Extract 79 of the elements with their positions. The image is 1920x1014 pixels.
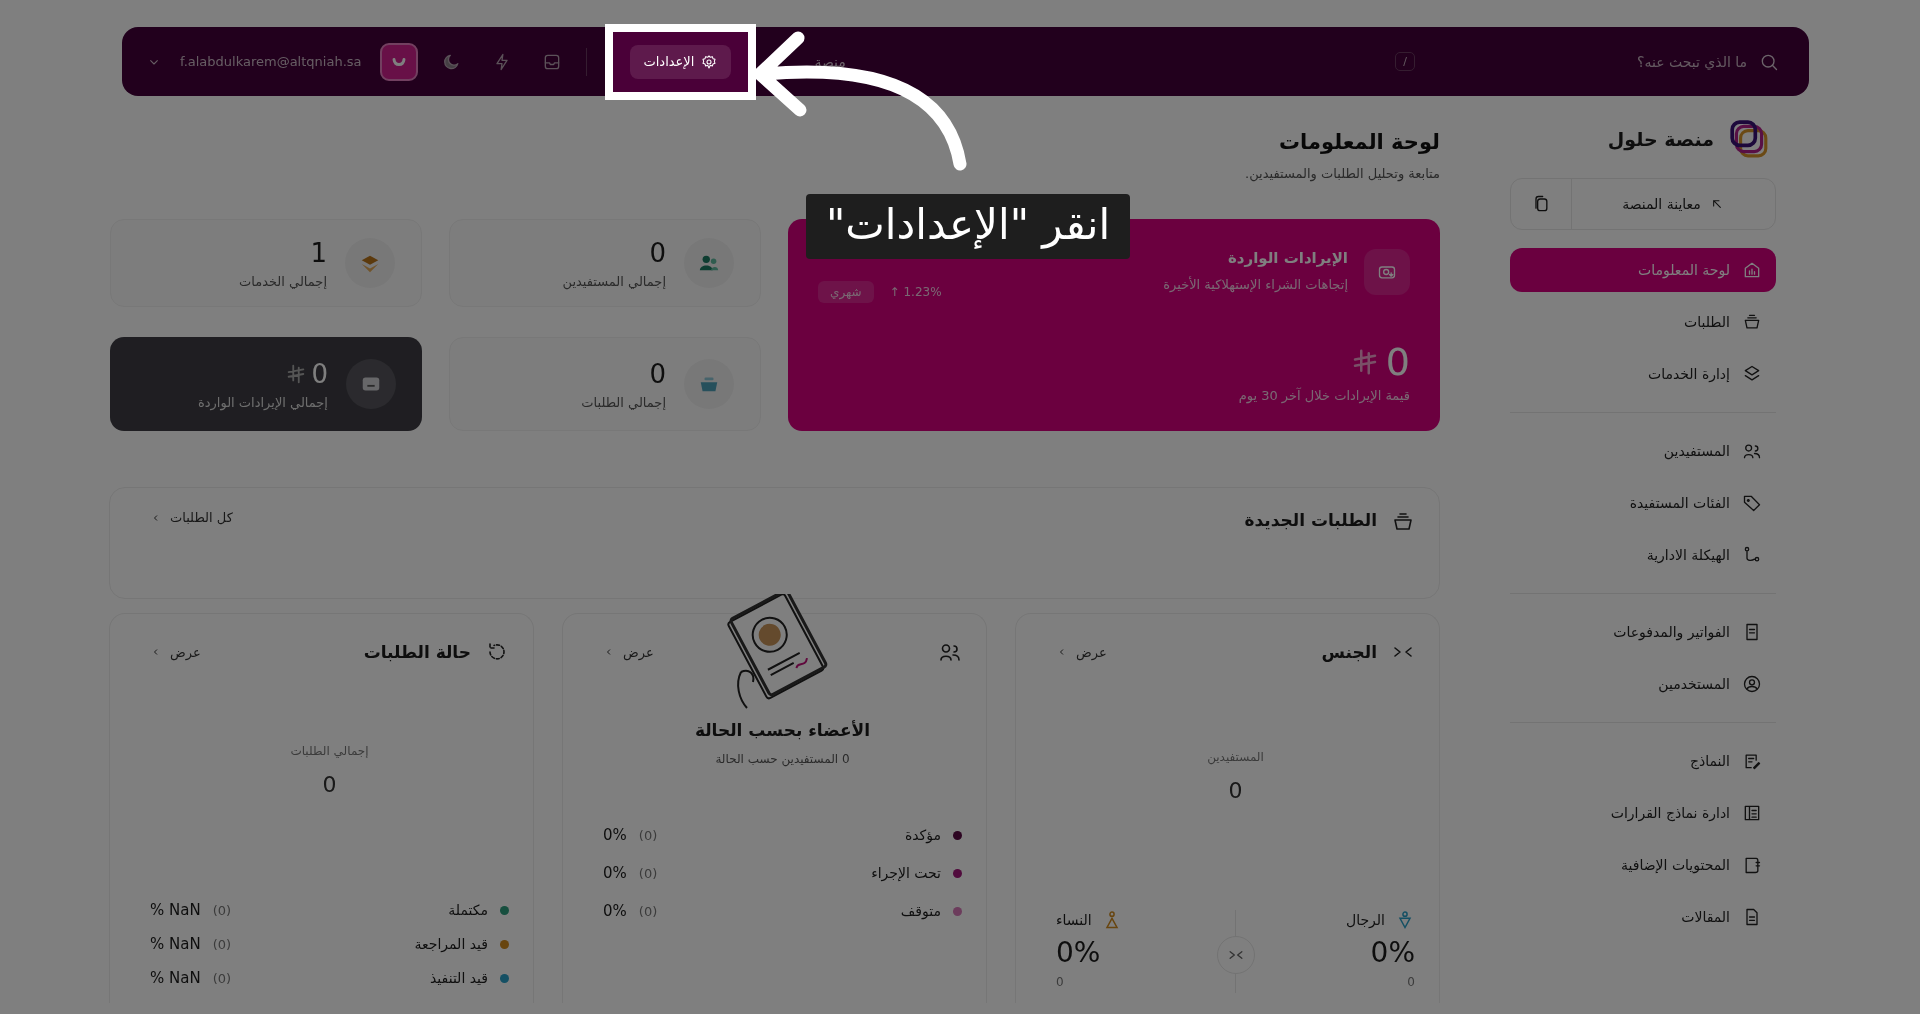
stat-label: إجمالي الخدمات [239, 273, 327, 289]
stat-label: إجمالي الطلبات [581, 394, 666, 410]
stat-label: إجمالي الإيرادات الواردة [197, 394, 328, 410]
avatar[interactable] [379, 42, 418, 81]
sidebar-item[interactable]: ادارة نماذج القرارات [1510, 791, 1776, 835]
tutorial-caption: انقر "الإعدادات" [806, 194, 1131, 259]
panel-title: الجنس [1321, 642, 1377, 662]
legend-label: قيد التنفيذ [430, 970, 488, 986]
bowl-icon [1742, 312, 1762, 332]
legend-label: مكتملة [448, 902, 488, 918]
shortcut-key: / [1395, 52, 1415, 71]
center-label: إجمالي الطلبات [290, 744, 369, 758]
legend-percent: % NaN [150, 935, 201, 953]
page-subtitle: متابعة وتحليل الطلبات والمستفيدين. [1244, 166, 1440, 181]
legend-count: (0) [638, 865, 658, 881]
legend-label: قيد المراجعة [414, 936, 488, 952]
panel-title: حالة الطلبات [363, 642, 471, 662]
sidebar-item[interactable]: إدارة الخدمات [1510, 352, 1776, 396]
sidebar-item[interactable]: لوحة المعلومات [1510, 248, 1776, 292]
sidebar-item[interactable]: الفواتير والمدفوعات [1510, 610, 1776, 654]
swap-button[interactable] [1216, 936, 1255, 974]
members-title: الأعضاء بحسب الحالة [693, 720, 872, 740]
stat-label: إجمالي المستفيدين [562, 273, 666, 289]
legend-percent: 0% [603, 826, 627, 844]
legend-label: مؤكدة [904, 827, 941, 843]
center-value: 0 [322, 772, 337, 797]
revenue-subtitle: إتجاهات الشراء الإستهلاكية الأخيرة [1163, 277, 1348, 292]
sidebar-item[interactable]: المستفيدين [1510, 429, 1776, 473]
gender-label: الرجال [1346, 912, 1385, 928]
tag-icon [1742, 493, 1762, 513]
revenue-title: الإيرادات الواردة [1226, 249, 1348, 267]
gear-icon [701, 53, 718, 70]
preview-button[interactable]: معاينة المنصة [1571, 179, 1775, 229]
stat-value: 0 [311, 358, 328, 389]
stat-value: 0 [649, 237, 666, 268]
revenue-amount: 0 [1385, 340, 1410, 384]
legend-label: تحت الإجراء [871, 865, 941, 881]
legend-percent: % NaN [150, 901, 201, 919]
stat-value: 0 [649, 358, 666, 389]
gender-count: 0 [1056, 975, 1064, 991]
legend-count: (0) [212, 970, 232, 986]
sidebar-item[interactable]: المقالات [1510, 895, 1776, 939]
brand-name: منصة حلول [1607, 128, 1714, 150]
search-field[interactable]: ما الذي تبحث عنه؟ [1425, 52, 1749, 71]
panel-title: الطلبات الجديدة [1244, 510, 1377, 530]
legend-percent: 0% [603, 902, 627, 920]
house-icon [1742, 260, 1762, 280]
logo-icon [1728, 118, 1770, 160]
legend-count: (0) [212, 936, 232, 952]
page-title: لوحة المعلومات [1278, 129, 1440, 154]
legend-label: متوقف [900, 903, 941, 919]
gender-percent: 0% [1370, 936, 1415, 969]
members-subtitle: 0 المستفيدين حسب الحالة [714, 752, 851, 766]
sidebar-item[interactable]: النماذج [1510, 739, 1776, 783]
sidebar-item[interactable]: المستخدمين [1510, 662, 1776, 706]
gender-percent: 0% [1056, 936, 1101, 969]
sidebar-item[interactable]: الهيكلة الادارية [1510, 533, 1776, 577]
view-link[interactable]: عرض [150, 644, 201, 660]
list-icon [1742, 803, 1762, 823]
all-orders-link[interactable]: كل الطلبات [150, 510, 233, 525]
legend-count: (0) [212, 902, 232, 918]
sidebar-item[interactable]: الطلبات [1510, 300, 1776, 344]
legend-percent: % NaN [150, 969, 201, 987]
sidebar-item[interactable]: المحتويات الإضافية [1510, 843, 1776, 887]
center-label: المستفيدين [1207, 750, 1264, 764]
legend-count: (0) [638, 903, 658, 919]
revenue-caption: قيمة الإيرادات خلال آخر 30 يوم [1237, 388, 1410, 403]
settings-button[interactable]: الإعدادات [629, 44, 732, 79]
center-value: 0 [1228, 778, 1243, 803]
view-link[interactable]: عرض [603, 644, 654, 660]
change-value: ↑ 1.23% [889, 285, 942, 299]
view-link[interactable]: عرض [1056, 644, 1107, 660]
stat-value: 1 [310, 237, 327, 268]
legend-count: (0) [638, 827, 658, 843]
user-email: f.alabdulkarem@altqniah.sa [180, 54, 362, 69]
legend-percent: 0% [603, 864, 627, 882]
gender-label: النساء [1056, 912, 1092, 928]
sidebar-item[interactable]: الفئات المستفيدة [1510, 481, 1776, 525]
gender-count: 0 [1407, 975, 1415, 991]
